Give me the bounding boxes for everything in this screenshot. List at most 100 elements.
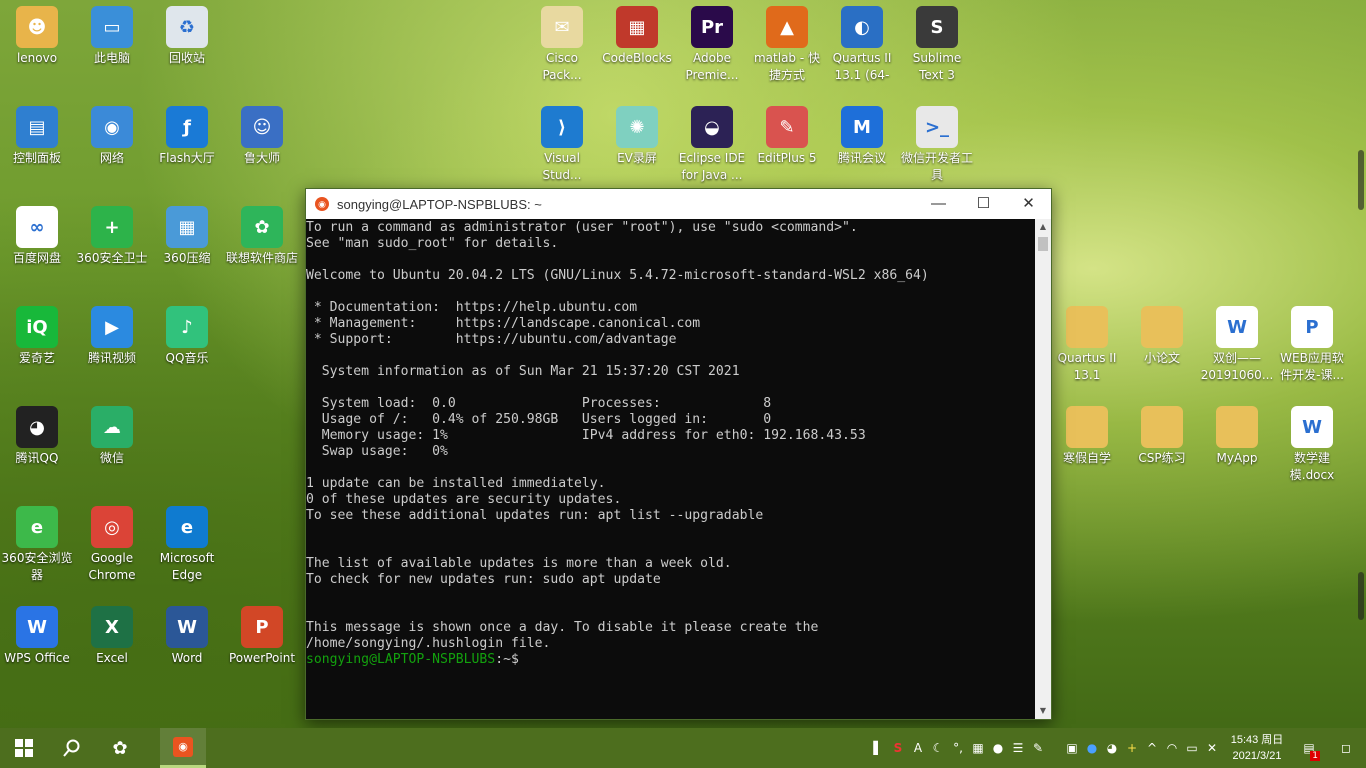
ime-moon-icon[interactable]: ☾	[928, 741, 948, 755]
terminal-output[interactable]: To run a command as administrator (user …	[306, 219, 1035, 719]
terminal-prompt[interactable]: songying@LAPTOP-NSPBLUBS:~$	[306, 652, 1035, 668]
folder-icon	[1141, 406, 1183, 448]
clock-time: 15:43 周日	[1230, 734, 1284, 746]
desktop-icon-28[interactable]: S Sublime Text 3	[900, 0, 974, 84]
terminal-line: System load: 0.0 Processes: 8	[306, 396, 772, 411]
desktop-icon-23[interactable]: ✉ Cisco Pack...	[525, 0, 599, 84]
qq-tray-icon[interactable]: ◕	[1102, 741, 1122, 755]
desktop-icon-16[interactable]: e 360安全浏览器	[0, 500, 74, 584]
close-button[interactable]: ✕	[1006, 189, 1051, 219]
desktop-icon-38[interactable]: P WEB应用软件开发-课...	[1275, 300, 1349, 384]
word-icon: W	[166, 606, 208, 648]
editplus-icon: ✎	[766, 106, 808, 148]
volume-muted-icon[interactable]: ✕	[1202, 741, 1222, 755]
wifi-icon[interactable]: ◠	[1162, 741, 1182, 755]
action-center-icon[interactable]: ◻	[1326, 741, 1366, 755]
ime-keyboard-icon[interactable]: ▦	[968, 741, 988, 755]
desktop-icon-22[interactable]: P PowerPoint	[225, 600, 299, 667]
desktop-icon-9[interactable]: ▦ 360压缩	[150, 200, 224, 267]
desktop-icon-42[interactable]: W 数学建模.docx	[1275, 400, 1349, 484]
clock[interactable]: 15:43 周日 2021/3/21	[1222, 732, 1292, 764]
tray-overflow-icon[interactable]: ▌	[868, 741, 888, 755]
lenovo-tray-icon[interactable]: ●	[1082, 741, 1102, 755]
search-button[interactable]	[48, 728, 96, 768]
360-tray-icon[interactable]: +	[1122, 741, 1142, 755]
desktop-icon-17[interactable]: ◎ Google Chrome	[75, 500, 149, 584]
desktop-icon-label: Microsoft Edge	[159, 551, 215, 582]
desktop-icon-3[interactable]: ▤ 控制面板	[0, 100, 74, 167]
sogou-input-icon[interactable]: S	[888, 741, 908, 755]
desktop-icon-36[interactable]: 小论文	[1125, 300, 1199, 367]
desktop-icon-19[interactable]: W WPS Office	[0, 600, 74, 667]
desktop-icon-15[interactable]: ☁ 微信	[75, 400, 149, 467]
desktop-icon-1[interactable]: ▭ 此电脑	[75, 0, 149, 67]
desktop-icon-20[interactable]: X Excel	[75, 600, 149, 667]
desktop-icon-33[interactable]: M 腾讯会议	[825, 100, 899, 167]
desktop-icon-7[interactable]: ∞ 百度网盘	[0, 200, 74, 267]
desktop-icon-27[interactable]: ◐Quartus II 13.1 (64-bit)	[825, 0, 899, 84]
desktop-icon-39[interactable]: 寒假自学	[1050, 400, 1124, 467]
desktop-icon-35[interactable]: Quartus II 13.1	[1050, 300, 1124, 384]
pdf-icon: P	[1291, 306, 1333, 348]
tray-app-icon[interactable]: ▣	[1062, 741, 1082, 755]
desktop-icon-40[interactable]: CSP练习	[1125, 400, 1199, 467]
task-view-button[interactable]: ✿	[96, 728, 144, 768]
desktop-icon-4[interactable]: ◉ 网络	[75, 100, 149, 167]
desktop-icon-30[interactable]: ✺ EV录屏	[600, 100, 674, 167]
desktop-icon-12[interactable]: ▶ 腾讯视频	[75, 300, 149, 367]
taskbar-ubuntu-app[interactable]: ◉	[160, 728, 206, 768]
desktop-icon-32[interactable]: ✎ EditPlus 5	[750, 100, 824, 167]
desktop-icon-14[interactable]: ◕ 腾讯QQ	[0, 400, 74, 467]
desktop-icon-25[interactable]: Pr Adobe Premie...	[675, 0, 749, 84]
ime-tools-icon[interactable]: ✎	[1028, 741, 1048, 755]
notification-badge[interactable]: ▤ 1	[1292, 741, 1326, 761]
desktop-icon-26[interactable]: ▲ matlab - 快捷方式	[750, 0, 824, 84]
desktop-icon-21[interactable]: W Word	[150, 600, 224, 667]
flash-icon: ƒ	[166, 106, 208, 148]
desktop-icon-label: 腾讯会议	[837, 151, 886, 165]
terminal-window[interactable]: ◉ songying@LAPTOP-NSPBLUBS: ~ — ☐ ✕ To r…	[305, 188, 1052, 720]
maximize-button[interactable]: ☐	[961, 189, 1006, 219]
scroll-down-arrow-icon[interactable]: ▼	[1035, 703, 1051, 719]
excel-icon: X	[91, 606, 133, 648]
terminal-scrollbar[interactable]: ▲ ▼	[1035, 219, 1051, 719]
desktop-icon-29[interactable]: ⟩ Visual Stud...	[525, 100, 599, 184]
ime-mode-icon[interactable]: A	[908, 741, 928, 755]
desktop-icon-label: PowerPoint	[228, 651, 296, 665]
chevron-up-icon[interactable]: ^	[1142, 741, 1162, 755]
desktop-icon-2[interactable]: ♻ 回收站	[150, 0, 224, 67]
desktop-icon-label: 双创——20191060...	[1200, 351, 1274, 382]
desktop-icon-label: QQ音乐	[165, 351, 209, 365]
folder-icon	[1066, 406, 1108, 448]
desktop-icon-5[interactable]: ƒ Flash大厅	[150, 100, 224, 167]
desktop-icon-6[interactable]: ☺ 鲁大师	[225, 100, 299, 167]
desktop-icon-label: 360安全浏览器	[1, 551, 73, 582]
desktop-icon-34[interactable]: >_ 微信开发者工具	[900, 100, 974, 184]
battery-icon[interactable]: ▭	[1182, 741, 1202, 755]
desktop-icon-10[interactable]: ✿ 联想软件商店	[225, 200, 299, 267]
desktop-icon-37[interactable]: W 双创——20191060...	[1200, 300, 1274, 384]
desktop-icon-18[interactable]: e Microsoft Edge	[150, 500, 224, 584]
ime-user-icon[interactable]: ●	[988, 741, 1008, 755]
minimize-button[interactable]: —	[916, 189, 961, 219]
folder-user-icon: ☻	[16, 6, 58, 48]
desktop-icon-0[interactable]: ☻ lenovo	[0, 0, 74, 67]
start-button[interactable]	[0, 728, 48, 768]
desktop-scroll-indicator-bottom	[1358, 572, 1364, 620]
desktop-icon-8[interactable]: +360安全卫士	[75, 200, 149, 267]
desktop-icon-41[interactable]: MyApp	[1200, 400, 1274, 467]
ime-menu-icon[interactable]: ☰	[1008, 741, 1028, 755]
desktop-icon-24[interactable]: ▦ CodeBlocks	[600, 0, 674, 67]
terminal-line: To run a command as administrator (user …	[306, 220, 858, 235]
vscode-icon: ⟩	[541, 106, 583, 148]
desktop-icon-11[interactable]: iQ 爱奇艺	[0, 300, 74, 367]
scroll-up-arrow-icon[interactable]: ▲	[1035, 219, 1051, 235]
desktop-icon-label: 微信	[99, 451, 124, 465]
terminal-line: 0 of these updates are security updates.	[306, 492, 622, 507]
terminal-titlebar[interactable]: ◉ songying@LAPTOP-NSPBLUBS: ~ — ☐ ✕	[306, 189, 1051, 219]
desktop-icon-31[interactable]: ◒ Eclipse IDE for Java ...	[675, 100, 749, 184]
ime-punct-icon[interactable]: °,	[948, 741, 968, 755]
desktop-icon-13[interactable]: ♪ QQ音乐	[150, 300, 224, 367]
scrollbar-thumb[interactable]	[1038, 237, 1048, 251]
